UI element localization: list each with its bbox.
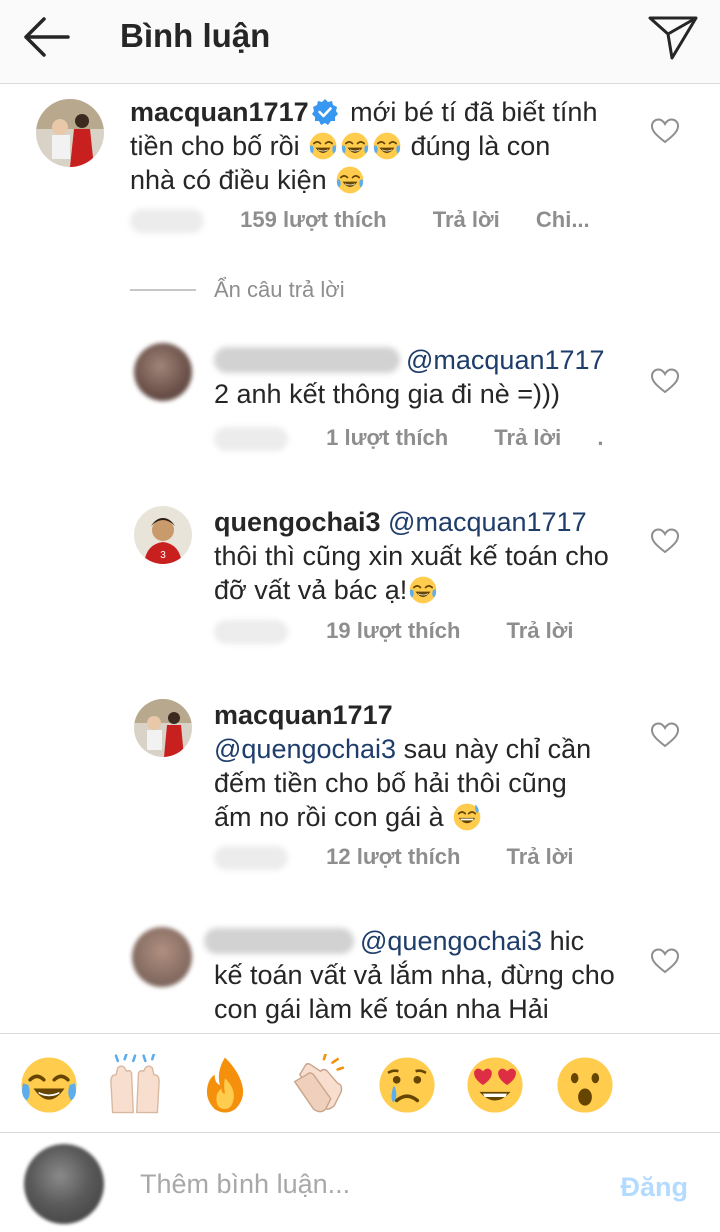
comment-text-line: tiền cho bố rồi [130, 131, 300, 161]
reply-meta: 12 lượt thích Trả lời [214, 843, 574, 871]
svg-text:3: 3 [160, 550, 166, 561]
reply-username[interactable]: quengochai3 [214, 507, 381, 537]
joy-emoji-icon[interactable] [18, 1054, 80, 1116]
verified-badge-icon [311, 99, 338, 125]
surprised-emoji-icon[interactable] [554, 1054, 616, 1116]
reply-text-line: đỡ vất vả bác ạ! [214, 575, 408, 605]
raising-hands-emoji-icon[interactable] [104, 1054, 166, 1116]
avatar[interactable] [36, 99, 104, 167]
reply-body: macquan1717 @quengochai3 sau này chỉ cần… [214, 698, 644, 834]
blurred-username [204, 928, 354, 954]
like-heart-icon[interactable] [650, 527, 680, 555]
like-heart-icon[interactable] [650, 947, 680, 975]
crying-face-emoji-icon[interactable] [376, 1054, 438, 1116]
divider [130, 289, 196, 291]
mention-link[interactable]: @macquan1717 [406, 345, 605, 375]
avatar-photo [134, 699, 192, 757]
comment-list[interactable]: macquan1717 mới bé tí đã biết tính tiền … [0, 85, 720, 1033]
reply-body: quengochai3 @macquan1717 thôi thì cũng x… [214, 505, 644, 607]
comment-body: macquan1717 mới bé tí đã biết tính tiền … [130, 95, 630, 197]
reply-meta: 19 lượt thích Trả lời [214, 617, 574, 645]
like-heart-icon[interactable] [650, 721, 680, 749]
comment-username[interactable]: macquan1717 [130, 97, 309, 127]
avatar[interactable]: 3 [134, 506, 192, 564]
comment-text-line: mới bé tí đã biết tính [350, 97, 598, 127]
clapping-hands-emoji-icon[interactable] [286, 1054, 348, 1116]
likes-count[interactable]: 12 lượt thích [326, 843, 460, 871]
blurred-timestamp [130, 209, 204, 234]
comment-text-line: nhà có điều kiện [130, 165, 327, 195]
back-button[interactable] [18, 14, 78, 60]
likes-count[interactable]: 159 lượt thích [240, 206, 387, 234]
reply-body: @quengochai3 hic kế toán vất vả lắm nha,… [204, 924, 644, 1026]
reply-text-line: đếm tiền cho bố hải thôi cũng [214, 768, 567, 798]
likes-count[interactable]: 1 lượt thích [326, 424, 448, 452]
mention-link[interactable]: @macquan1717 [388, 507, 587, 537]
avatar-photo: 3 [134, 506, 192, 564]
reply-link[interactable]: Trả lời [507, 843, 574, 871]
avatar[interactable] [132, 927, 192, 987]
blurred-username [214, 347, 400, 373]
reply-text-line: sau này chỉ cần [403, 734, 592, 764]
reply-text-line: kế toán vất vả lắm nha, đừng cho [214, 960, 615, 990]
hide-replies-toggle[interactable]: Ẩn câu trả lời [130, 275, 345, 305]
sweat-smile-emoji-icon [452, 802, 482, 832]
mention-link[interactable]: @quengochai3 [214, 734, 396, 764]
reply-text-line: hic [549, 926, 585, 956]
hide-replies-label: Ẩn câu trả lời [214, 277, 345, 302]
reply-meta: 1 lượt thích Trả lời . [214, 424, 604, 452]
more-options-link[interactable]: Chi... [536, 206, 590, 234]
blurred-timestamp [214, 846, 288, 871]
reply-link[interactable]: Trả lời [433, 206, 500, 234]
heart-eyes-emoji-icon[interactable] [464, 1054, 526, 1116]
blurred-timestamp [214, 427, 288, 452]
current-user-avatar [24, 1144, 104, 1224]
reply-body: @macquan1717 2 anh kết thông gia đi nè =… [214, 343, 644, 411]
blurred-timestamp [214, 620, 288, 645]
comment-meta: 159 lượt thích Trả lời Chi... [130, 206, 590, 234]
reply-link[interactable]: Trả lời [494, 424, 561, 452]
comment-composer: Đăng [0, 1134, 720, 1232]
like-heart-icon[interactable] [650, 367, 680, 395]
comment-text-line: đúng là con [410, 131, 551, 161]
likes-count[interactable]: 19 lượt thích [326, 617, 460, 645]
avatar-photo [36, 99, 104, 167]
joy-emoji-icon [408, 575, 438, 605]
reply-text: 2 anh kết thông gia đi nè =))) [214, 379, 560, 409]
top-bar: Bình luận [0, 0, 720, 84]
reply-link[interactable]: Trả lời [507, 617, 574, 645]
reply-text-line: con gái làm kế toán nha Hải [214, 994, 549, 1024]
reply-text-line: thôi thì cũng xin xuất kế toán cho [214, 541, 609, 571]
share-button[interactable] [646, 12, 700, 62]
avatar[interactable] [134, 343, 192, 401]
reply-username[interactable]: macquan1717 [214, 700, 393, 730]
joy-emoji-icon [340, 131, 370, 161]
send-icon [648, 16, 698, 60]
like-heart-icon[interactable] [650, 117, 680, 145]
comment-input[interactable] [140, 1162, 600, 1206]
joy-emoji-icon [308, 131, 338, 161]
emoji-quick-bar [0, 1033, 720, 1133]
joy-emoji-icon [372, 131, 402, 161]
fire-emoji-icon[interactable] [194, 1054, 256, 1116]
back-arrow-icon [24, 17, 70, 57]
more-options-link[interactable]: . [597, 424, 603, 452]
reply-text-line: ấm no rồi con gái à [214, 802, 444, 832]
post-button[interactable]: Đăng [621, 1170, 689, 1204]
mention-link[interactable]: @quengochai3 [360, 926, 542, 956]
avatar[interactable] [134, 699, 192, 757]
page-title: Bình luận [120, 17, 271, 54]
joy-emoji-icon [335, 165, 365, 195]
